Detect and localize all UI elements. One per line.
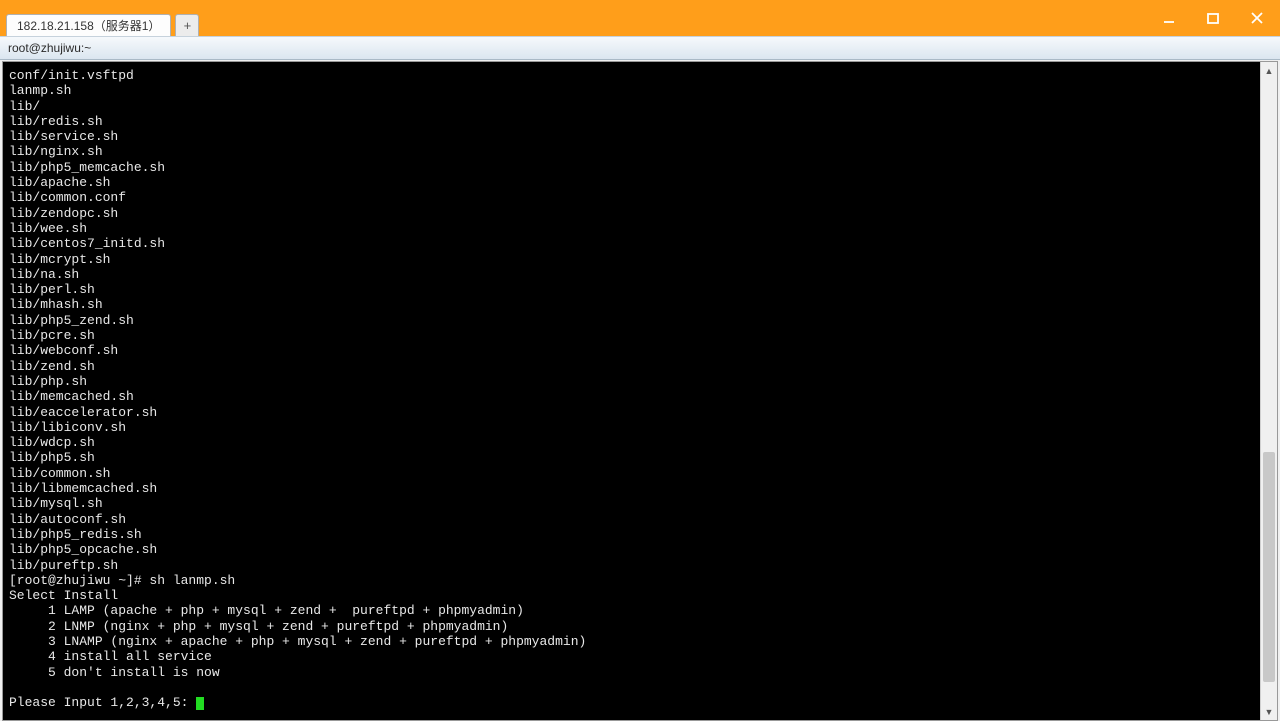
tab-strip: 182.18.21.158（服务器1） +: [0, 14, 199, 36]
terminal[interactable]: conf/init.vsftpd lanmp.sh lib/ lib/redis…: [3, 62, 1260, 720]
scroll-up-button[interactable]: ▲: [1261, 62, 1277, 79]
app-header: 182.18.21.158（服务器1） +: [0, 0, 1280, 36]
maximize-button[interactable]: [1198, 8, 1228, 28]
breadcrumb: root@zhujiwu:~: [0, 36, 1280, 60]
maximize-icon: [1207, 12, 1219, 24]
window-controls: [1154, 8, 1280, 36]
close-button[interactable]: [1242, 8, 1272, 28]
terminal-container: conf/init.vsftpd lanmp.sh lib/ lib/redis…: [2, 61, 1278, 721]
cursor: [196, 697, 204, 710]
new-tab-button[interactable]: +: [175, 14, 199, 36]
scroll-down-button[interactable]: ▼: [1261, 703, 1277, 720]
tab-server-1[interactable]: 182.18.21.158（服务器1）: [6, 14, 171, 36]
close-icon: [1251, 12, 1263, 24]
minimize-icon: [1163, 12, 1175, 24]
scrollbar[interactable]: ▲ ▼: [1260, 62, 1277, 720]
scroll-thumb[interactable]: [1263, 452, 1275, 682]
minimize-button[interactable]: [1154, 8, 1184, 28]
terminal-prompt: Please Input 1,2,3,4,5:: [9, 695, 196, 710]
